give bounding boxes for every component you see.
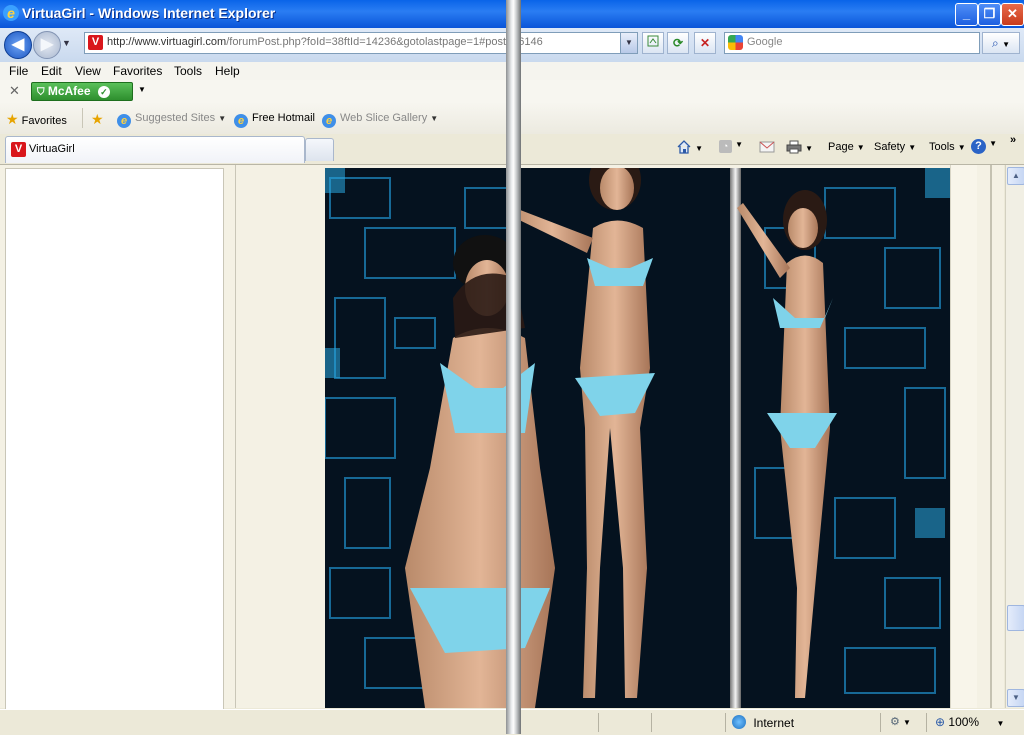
search-placeholder: Google <box>747 36 783 48</box>
ie-icon: e <box>3 5 19 21</box>
favorites-button[interactable]: ★ Favorites <box>6 111 67 128</box>
web-slice-gallery-link[interactable]: e Web Slice Gallery ▼ <box>322 112 438 128</box>
compatibility-view-button[interactable] <box>642 32 664 54</box>
tools-menu-label: Tools <box>929 141 955 153</box>
address-dropdown-button[interactable]: ▼ <box>620 33 637 53</box>
security-zone-label: Internet <box>753 716 795 730</box>
pole-overlay <box>506 0 521 734</box>
url-path: /forumPost.php?foId=38ftId=14236&gotolas… <box>226 36 543 48</box>
home-button[interactable]: ▼ <box>676 139 703 158</box>
scroll-up-button[interactable]: ▲ <box>1007 167 1024 185</box>
status-divider <box>651 713 652 732</box>
star-icon: ★ <box>6 111 19 127</box>
suggested-sites-link[interactable]: e Suggested Sites ▼ <box>117 112 226 128</box>
print-button[interactable]: ▼ <box>786 140 813 157</box>
mcafee-dropdown[interactable]: ▼ <box>138 85 146 94</box>
menu-help[interactable]: Help <box>215 64 240 78</box>
page-content <box>0 165 1004 710</box>
free-hotmail-label: Free Hotmail <box>252 112 315 124</box>
mcafee-label: McAfee <box>47 84 91 98</box>
home-icon <box>677 140 691 154</box>
menu-file[interactable]: File <box>9 64 28 78</box>
zoom-icon: ⊕ <box>935 715 946 729</box>
mail-button[interactable] <box>759 141 775 156</box>
menu-tools[interactable]: Tools <box>174 64 202 78</box>
status-divider <box>598 713 599 732</box>
left-panel <box>5 168 224 710</box>
close-toolbar-icon[interactable]: ✕ <box>9 83 20 99</box>
help-button[interactable]: ? ▼ <box>971 139 997 154</box>
right-divider <box>990 165 992 708</box>
ie-icon: e <box>234 114 248 128</box>
window-title: VirtuaGirl - Windows Internet Explorer <box>22 5 276 21</box>
hero-image <box>325 168 950 708</box>
feeds-icon: ◔ <box>719 140 732 153</box>
vertical-scrollbar[interactable]: ▲ ▼ <box>1005 165 1024 708</box>
recent-pages-dropdown[interactable]: ▼ <box>62 38 71 48</box>
add-favorite-icon[interactable]: ★ <box>91 111 104 128</box>
status-divider <box>880 713 881 732</box>
site-favicon-icon: V <box>88 35 103 50</box>
tab-label: VirtuaGirl <box>29 143 75 155</box>
menu-edit[interactable]: Edit <box>41 64 62 78</box>
status-divider <box>725 713 726 732</box>
tab-virtuagirl[interactable]: V VirtuaGirl <box>5 136 305 163</box>
menu-favorites[interactable]: Favorites <box>113 64 162 78</box>
protected-mode-icon: ⚙ <box>890 716 900 728</box>
status-divider <box>926 713 927 732</box>
protected-mode-button[interactable]: ⚙ ▼ <box>890 715 911 728</box>
ie-icon: e <box>322 114 336 128</box>
mail-icon <box>759 141 775 153</box>
column-divider <box>235 165 236 708</box>
web-slice-gallery-label: Web Slice Gallery <box>340 112 428 124</box>
feeds-button[interactable]: ◔ ▼ <box>719 140 743 153</box>
address-url[interactable]: http://www.virtuagirl.com/forumPost.php?… <box>107 36 619 48</box>
zoom-level: 100% <box>948 715 980 729</box>
dancers-illustration <box>325 168 950 708</box>
maximize-button[interactable]: ❐ <box>978 3 1001 26</box>
page-menu-button[interactable]: Page ▼ <box>828 141 865 153</box>
back-button[interactable]: ◀ <box>4 31 32 59</box>
forward-button[interactable]: ▶ <box>33 31 61 59</box>
url-domain: http://www.virtuagirl.com <box>107 36 227 48</box>
refresh-icon[interactable]: ⟳ <box>667 32 689 54</box>
suggested-sites-label: Suggested Sites <box>135 112 216 124</box>
search-input[interactable]: Google <box>724 32 980 54</box>
address-bar[interactable]: V http://www.virtuagirl.com/forumPost.ph… <box>84 32 638 54</box>
safety-menu-button[interactable]: Safety ▼ <box>874 141 916 153</box>
scroll-thumb[interactable] <box>1007 605 1024 631</box>
zoom-control[interactable]: ⊕ 100% ▼ <box>935 715 1004 729</box>
print-icon <box>786 140 802 154</box>
menu-view[interactable]: View <box>75 64 101 78</box>
new-tab-button[interactable] <box>305 138 334 161</box>
stop-icon[interactable]: ✕ <box>694 32 716 54</box>
site-favicon-icon: V <box>11 142 26 157</box>
ie-icon: e <box>117 114 131 128</box>
search-button[interactable]: ⌕ ▼ <box>982 32 1020 54</box>
separator <box>82 108 83 128</box>
chevron-more-icon[interactable]: » <box>1010 134 1016 146</box>
scroll-down-button[interactable]: ▼ <box>1007 689 1024 707</box>
tools-menu-button[interactable]: Tools ▼ <box>929 141 966 153</box>
page-menu-label: Page <box>828 141 854 153</box>
mcafee-shield-icon: ⛉ <box>37 87 45 98</box>
right-margin <box>950 165 977 708</box>
favorites-label: Favorites <box>21 115 67 127</box>
globe-icon <box>732 715 746 729</box>
search-icon: ⌕ <box>992 36 999 50</box>
help-icon: ? <box>971 139 986 154</box>
mcafee-status-icon: ✓ <box>97 86 110 98</box>
mcafee-button[interactable]: ⛉ McAfee ✓ <box>31 82 133 101</box>
security-zone[interactable]: Internet <box>732 715 794 730</box>
minimize-button[interactable]: _ <box>955 3 978 26</box>
close-button[interactable]: ✕ <box>1001 3 1024 26</box>
safety-menu-label: Safety <box>874 141 906 153</box>
google-icon <box>728 35 743 50</box>
free-hotmail-link[interactable]: e Free Hotmail <box>234 112 315 128</box>
